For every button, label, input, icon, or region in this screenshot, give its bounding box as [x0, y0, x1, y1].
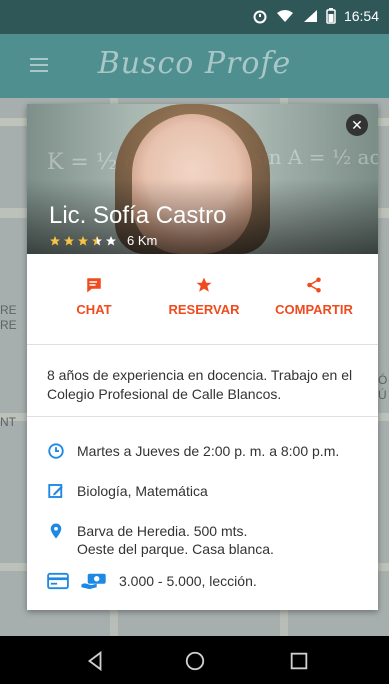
- rating-stars: [49, 235, 117, 247]
- wifi-icon: [276, 10, 293, 22]
- profile-description: 8 años de experiencia en docencia. Traba…: [47, 367, 353, 402]
- close-icon: ✕: [351, 117, 363, 133]
- subjects-text: Biología, Matemática: [77, 483, 208, 499]
- star-empty-icon: [106, 235, 116, 245]
- distance: 6 Km: [127, 233, 158, 248]
- price-row: 3.000 - 5.000, lección.: [47, 572, 257, 590]
- schedule-text: Martes a Jueves de 2:00 p. m. a 8:00 p.m…: [77, 443, 340, 459]
- price-text: 3.000 - 5.000, lección.: [119, 573, 257, 589]
- location-pin-icon: [50, 523, 62, 539]
- reserve-button[interactable]: RESERVAR: [149, 276, 259, 317]
- profile-photo: K = ½ di sin A = ½ ac ✕ Lic. Sofía Castr…: [27, 104, 378, 254]
- profile-name: Lic. Sofía Castro: [49, 202, 227, 229]
- back-icon[interactable]: [84, 650, 106, 672]
- address-line-2: Oeste del parque. Casa blanca.: [77, 541, 274, 557]
- chat-icon: [87, 278, 101, 293]
- recent-apps-icon[interactable]: [288, 650, 310, 672]
- star-icon: [64, 235, 74, 245]
- status-icons: 16:54: [252, 8, 379, 24]
- chat-label: CHAT: [76, 302, 112, 317]
- chat-button[interactable]: CHAT: [39, 276, 149, 317]
- rating-row: 6 Km: [49, 233, 157, 248]
- star-icon: [50, 235, 60, 245]
- navigation-bar: [0, 636, 389, 684]
- star-icon: [196, 277, 212, 292]
- address-row: Barva de Heredia. 500 mts. Oeste del par…: [47, 522, 274, 558]
- address-line-1: Barva de Heredia. 500 mts.: [77, 523, 248, 539]
- status-bar: 16:54: [0, 0, 389, 34]
- edit-note-icon: [48, 484, 63, 498]
- close-button[interactable]: ✕: [346, 114, 368, 136]
- share-button[interactable]: COMPARTIR: [259, 276, 369, 317]
- share-icon: [307, 277, 321, 293]
- cash-payment-icon: [81, 573, 106, 590]
- home-icon[interactable]: [184, 650, 206, 672]
- action-bar: CHAT RESERVAR COMPARTIR: [27, 254, 378, 345]
- status-time: 16:54: [343, 8, 379, 24]
- profile-card: K = ½ di sin A = ½ ac ✕ Lic. Sofía Castr…: [27, 104, 378, 610]
- share-label: COMPARTIR: [275, 302, 353, 317]
- divider: [27, 416, 378, 417]
- schedule-row: Martes a Jueves de 2:00 p. m. a 8:00 p.m…: [47, 442, 339, 460]
- clock-icon: [48, 443, 64, 459]
- address-text: Barva de Heredia. 500 mts. Oeste del par…: [77, 522, 274, 558]
- star-half-icon: [92, 235, 102, 245]
- app-bar: Busco Profe: [0, 34, 389, 98]
- signal-icon: [303, 10, 317, 22]
- subjects-row: Biología, Matemática: [47, 482, 208, 500]
- battery-icon: [326, 8, 336, 24]
- app-title: Busco Profe: [97, 46, 292, 81]
- star-icon: [78, 235, 88, 245]
- alarm-icon: [253, 10, 267, 24]
- svg-text:sin A = ½ ac: sin A = ½ ac: [252, 145, 378, 169]
- credit-card-icon: [47, 572, 69, 590]
- reserve-label: RESERVAR: [168, 302, 240, 317]
